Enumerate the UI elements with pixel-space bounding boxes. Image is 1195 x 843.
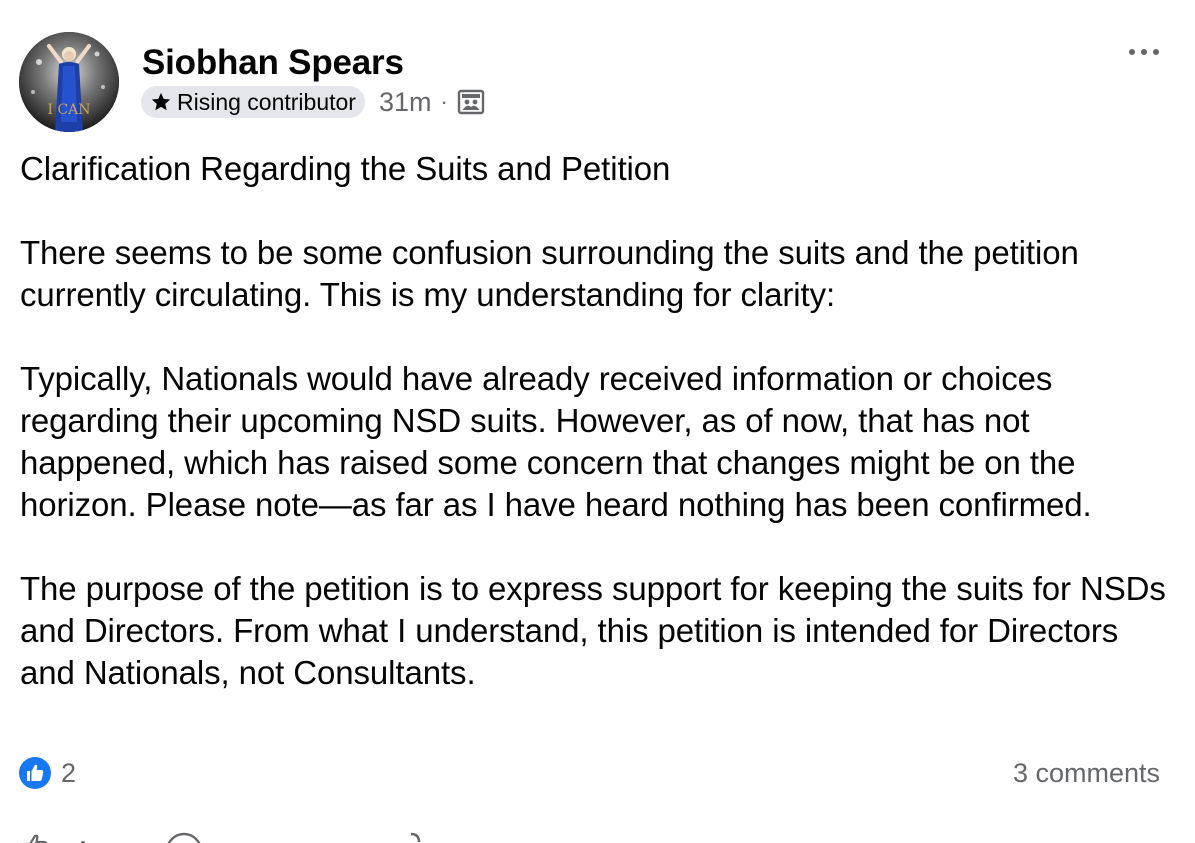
comment-icon[interactable] bbox=[164, 831, 204, 843]
more-dot-icon bbox=[1153, 49, 1159, 55]
avatar[interactable]: I CAN bbox=[19, 32, 119, 132]
post-action-bar bbox=[0, 826, 1195, 843]
badge-label: Rising contributor bbox=[177, 88, 356, 115]
post-paragraph: The purpose of the petition is to expres… bbox=[20, 570, 1166, 691]
reaction-count: 2 bbox=[61, 757, 77, 788]
like-icon bbox=[19, 757, 51, 789]
star-icon bbox=[151, 92, 171, 111]
post-meta: Rising contributor 31m · bbox=[141, 85, 485, 119]
dot-mark-icon bbox=[81, 841, 85, 843]
meta-separator: · bbox=[440, 89, 448, 114]
avatar-image: I CAN bbox=[19, 32, 119, 132]
group-icon[interactable] bbox=[457, 88, 485, 116]
post-title-paragraph: Clarification Regarding the Suits and Pe… bbox=[20, 150, 671, 187]
more-dot-icon bbox=[1141, 49, 1147, 55]
post-paragraph: There seems to be some confusion surroun… bbox=[20, 234, 1079, 313]
reactions-summary[interactable]: 2 bbox=[19, 756, 76, 790]
post-body: Clarification Regarding the Suits and Pe… bbox=[20, 148, 1180, 694]
contributor-badge[interactable]: Rising contributor bbox=[141, 86, 365, 118]
svg-text:I CAN: I CAN bbox=[47, 102, 90, 118]
like-outline-icon[interactable] bbox=[20, 831, 50, 843]
more-dot-icon bbox=[1129, 49, 1135, 55]
author-name[interactable]: Siobhan Spears bbox=[142, 43, 404, 83]
post-paragraph: Typically, Nationals would have already … bbox=[20, 360, 1092, 523]
share-icon[interactable] bbox=[396, 831, 426, 843]
timestamp[interactable]: 31m bbox=[379, 87, 432, 118]
comments-count-link[interactable]: 3 comments bbox=[1013, 756, 1160, 790]
more-options-button[interactable] bbox=[1124, 40, 1164, 64]
